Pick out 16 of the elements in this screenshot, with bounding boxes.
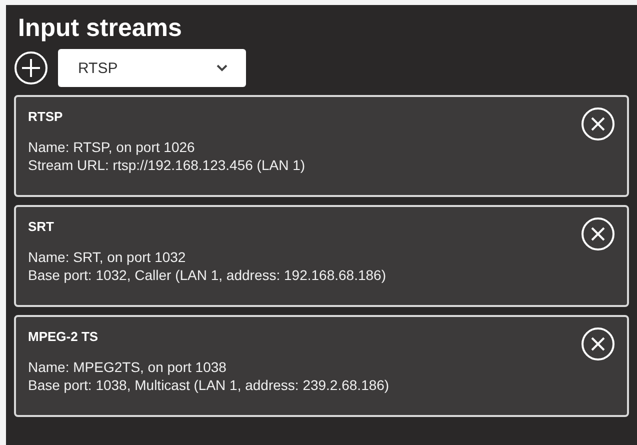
close-icon[interactable] [581,107,615,141]
stream-detail: Name: RTSP, on port 1026 [28,138,196,156]
stream-detail: Name: SRT, on port 1032 [28,248,187,266]
stream-title: SRT [28,219,55,234]
protocol-dropdown[interactable]: RTSP [58,49,246,87]
stream-title: MPEG-2 TS [28,329,100,344]
stream-title: RTSP [28,109,64,124]
stream-detail: Stream URL: rtsp://192.168.123.456 (LAN 1) [28,156,306,174]
stream-detail: Base port: 1032, Caller (LAN 1, address: 192.168.68.186) [28,266,386,284]
stream-detail: Base port: 1038, Multicast (LAN 1, address: 239.2.68.186) [28,376,390,394]
add-icon[interactable] [14,51,48,85]
page-title: Input streams [18,13,183,43]
chevron-icon [216,64,228,72]
stream-detail: Name: MPEG2TS, on port 1038 [28,358,228,376]
close-icon[interactable] [581,217,615,251]
close-icon[interactable] [581,327,615,361]
